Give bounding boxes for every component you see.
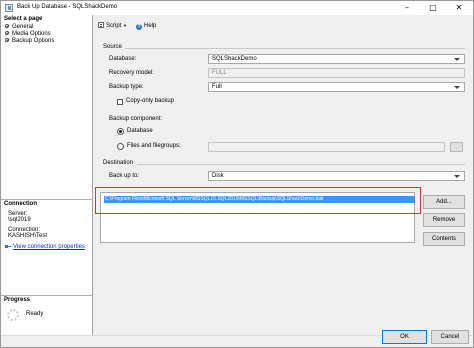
select-page-header-text: Select a page bbox=[4, 16, 43, 22]
destination-group-label: Destination bbox=[103, 160, 134, 166]
component-database-radio[interactable] bbox=[117, 128, 124, 135]
script-label: Script bbox=[106, 23, 122, 29]
server-value: \sql2019 bbox=[8, 217, 31, 223]
page-item-general[interactable]: General bbox=[1, 24, 92, 31]
ok-button[interactable]: OK bbox=[382, 330, 427, 344]
remove-button[interactable]: Remove bbox=[423, 213, 465, 227]
close-button[interactable]: ✕ bbox=[451, 1, 467, 15]
select-page-header: Select a page bbox=[1, 15, 92, 24]
progress-section: Progress Ready bbox=[1, 295, 93, 321]
component-files-radio[interactable] bbox=[117, 143, 124, 150]
database-value: SQLShackDemo bbox=[212, 56, 257, 62]
database-select[interactable]: SQLShackDemo bbox=[208, 54, 465, 64]
title-bar[interactable]: Back Up Database - SQLShackDemo – □ ✕ bbox=[1, 1, 473, 15]
backup-type-label: Backup type: bbox=[109, 84, 144, 90]
recovery-model-label: Recovery model: bbox=[109, 70, 155, 76]
progress-status: Ready bbox=[26, 311, 44, 317]
maximize-button[interactable]: □ bbox=[425, 1, 441, 15]
backup-dialog-window: Back Up Database - SQLShackDemo – □ ✕ Se… bbox=[0, 0, 474, 348]
cancel-button[interactable]: Cancel bbox=[431, 330, 469, 344]
backup-type-value: Full bbox=[212, 84, 222, 90]
view-connection-link-text[interactable]: View connection properties bbox=[13, 244, 85, 250]
page-item-media-options[interactable]: Media Options bbox=[1, 31, 92, 38]
wrench-icon bbox=[5, 38, 10, 43]
source-divider bbox=[125, 48, 465, 49]
toolbar: Script ▼ ? Help bbox=[94, 15, 473, 37]
backup-component-label: Backup component: bbox=[109, 116, 163, 122]
wrench-icon bbox=[5, 31, 10, 36]
progress-spinner-icon bbox=[7, 309, 19, 321]
backup-type-select[interactable]: Full bbox=[208, 82, 465, 92]
page-item-label: Backup Options bbox=[12, 38, 55, 44]
add-button[interactable]: Add... bbox=[423, 195, 465, 209]
left-pane: Select a page General Media Options Back… bbox=[1, 15, 93, 335]
help-icon: ? bbox=[136, 24, 142, 30]
backup-to-label: Back up to: bbox=[109, 173, 140, 179]
page-item-backup-options[interactable]: Backup Options bbox=[1, 38, 92, 45]
connection-properties-icon bbox=[5, 244, 11, 249]
filegroups-field bbox=[208, 142, 445, 152]
filegroups-browse-button[interactable] bbox=[450, 142, 463, 152]
wrench-icon bbox=[5, 24, 10, 29]
page-item-label: General bbox=[12, 24, 34, 30]
script-icon bbox=[98, 22, 104, 28]
database-app-icon bbox=[5, 4, 13, 12]
dropdown-arrow-icon: ▼ bbox=[123, 23, 127, 28]
script-button[interactable]: Script ▼ bbox=[98, 22, 127, 30]
backup-to-select[interactable]: Disk bbox=[208, 171, 465, 181]
recovery-model-field: FULL bbox=[208, 68, 465, 78]
help-button[interactable]: ? Help bbox=[136, 22, 156, 30]
connection-value: KASHISH\Test bbox=[8, 233, 48, 239]
copy-only-label[interactable]: Copy-only backup bbox=[126, 98, 174, 105]
chevron-down-icon bbox=[454, 58, 460, 61]
recovery-model-value: FULL bbox=[212, 70, 227, 76]
contents-button[interactable]: Contents bbox=[423, 232, 465, 246]
progress-header: Progress bbox=[1, 295, 93, 304]
component-files-label[interactable]: Files and filegroups: bbox=[127, 143, 181, 150]
destination-divider bbox=[137, 164, 465, 165]
minimize-button[interactable]: – bbox=[399, 1, 415, 15]
help-label: Help bbox=[144, 23, 157, 29]
chevron-down-icon bbox=[454, 86, 460, 89]
connection-section: Connection Server: \sql2019 Connection: … bbox=[1, 199, 93, 250]
annotation-highlight-box bbox=[95, 187, 421, 214]
window-title: Back Up Database - SQLShackDemo bbox=[17, 4, 118, 10]
chevron-down-icon bbox=[454, 175, 460, 178]
page-item-label: Media Options bbox=[12, 31, 51, 37]
view-connection-properties-link[interactable]: View connection properties bbox=[1, 244, 93, 250]
component-database-label[interactable]: Database bbox=[127, 128, 153, 135]
backup-to-value: Disk bbox=[212, 173, 224, 179]
copy-only-checkbox[interactable] bbox=[117, 99, 123, 105]
connection-header: Connection bbox=[1, 199, 93, 208]
database-label: Database: bbox=[109, 56, 137, 62]
source-group-label: Source bbox=[103, 44, 123, 50]
